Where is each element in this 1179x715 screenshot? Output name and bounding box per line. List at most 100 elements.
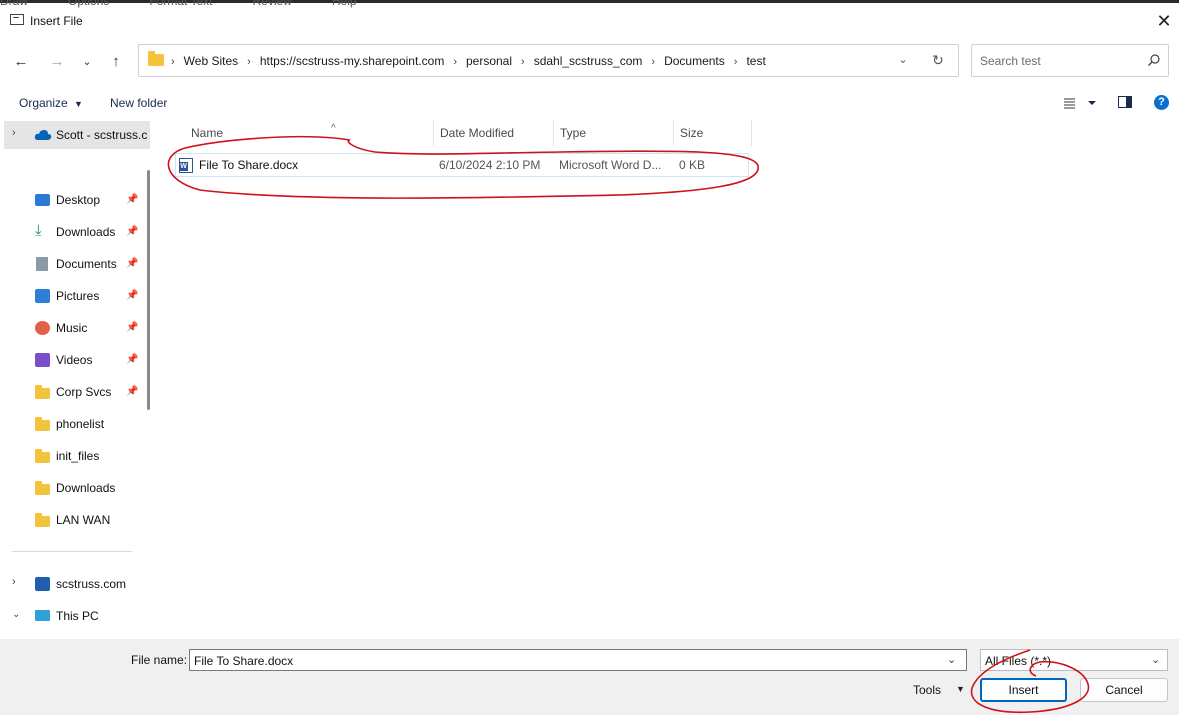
recent-locations-button[interactable]: ⌄ [76, 50, 98, 72]
sidebar-item-documents[interactable]: Documents 📌 [0, 250, 146, 278]
column-header-label: Name [191, 126, 224, 140]
navigation-bar: ← → ⌄ ↑ › Web Sites › https://scstruss-my.s… [0, 36, 1179, 86]
organize-label: Organize [19, 96, 68, 110]
chevron-right-icon: › [453, 56, 457, 68]
sidebar-item-label: This PC [56, 609, 99, 623]
search-icon [1148, 54, 1160, 66]
refresh-icon: ↻ [932, 52, 944, 68]
folder-icon [148, 51, 164, 66]
sidebar-item-label: Corp Svcs [56, 385, 112, 399]
sidebar-item-sharepoint[interactable]: › scstruss.com [0, 570, 146, 598]
sidebar-item-label: init_files [56, 449, 100, 463]
sidebar-scrollbar[interactable] [147, 170, 150, 410]
videos-icon [35, 353, 50, 367]
sidebar-item-this-pc[interactable]: ⌄ This PC [0, 602, 146, 630]
chevron-right-icon: › [247, 56, 251, 68]
up-button[interactable]: ↑ [105, 50, 127, 72]
breadcrumb-item[interactable]: https://scstruss-my.sharepoint.com [260, 54, 445, 68]
breadcrumb-item[interactable]: sdahl_scstruss_com [534, 54, 643, 68]
sidebar-item-label: Documents [56, 257, 117, 271]
file-type-filter-value: All Files (*.*) [985, 654, 1052, 668]
sidebar-item-downloads-folder[interactable]: Downloads [0, 474, 146, 502]
file-name-combobox[interactable]: ⌄ [189, 649, 967, 671]
file-type-filter-select[interactable]: All Files (*.*) ⌄ [980, 649, 1168, 671]
sidebar-item-phonelist[interactable]: phonelist [0, 410, 146, 438]
arrow-right-icon: → [49, 52, 65, 70]
tools-button[interactable]: Tools [913, 683, 941, 697]
column-header-type[interactable]: Type [554, 120, 674, 146]
address-history-dropdown[interactable]: ⌄ [895, 53, 911, 69]
file-size: 0 KB [679, 158, 706, 172]
file-name-field[interactable] [194, 653, 934, 668]
file-type: Microsoft Word D... [559, 158, 662, 172]
address-bar[interactable]: › Web Sites › https://scstruss-my.sharepoin… [138, 44, 959, 77]
background-menu-item: Draw [0, 0, 29, 8]
chevron-right-icon: › [12, 127, 16, 139]
arrow-up-icon: ↑ [112, 52, 120, 70]
sidebar-item-desktop[interactable]: Desktop 📌 [0, 186, 146, 214]
chevron-down-icon: ⌄ [1151, 654, 1161, 666]
file-name-label: File name: [131, 653, 188, 667]
background-menu-item: Options [68, 0, 110, 8]
breadcrumb-item[interactable]: test [746, 54, 765, 68]
sidebar-item-label: phonelist [56, 417, 105, 431]
table-row[interactable]: File To Share.docx 6/10/2024 2:10 PM Mic… [175, 153, 749, 177]
search-input[interactable] [980, 53, 1140, 69]
sidebar-item-onedrive[interactable]: › Scott - scstruss.c [4, 121, 150, 149]
column-header-size[interactable]: Size [674, 120, 752, 146]
sidebar-item-lan-wan[interactable]: LAN WAN [0, 506, 146, 534]
dialog-title: Insert File [30, 14, 83, 28]
background-menu-item: Help [331, 0, 357, 8]
new-folder-button[interactable]: New folder [110, 96, 167, 110]
close-icon: ✕ [1156, 10, 1172, 31]
file-date-modified: 6/10/2024 2:10 PM [439, 158, 541, 172]
sidebar-item-videos[interactable]: Videos 📌 [0, 346, 146, 374]
folder-icon [35, 417, 50, 431]
pin-icon: 📌 [126, 386, 139, 397]
sidebar-item-pictures[interactable]: Pictures 📌 [0, 282, 146, 310]
column-header-date-modified[interactable]: Date Modified [434, 120, 554, 146]
navigation-pane: › Scott - scstruss.c Desktop 📌 ⤓ Downloa… [0, 120, 158, 639]
pin-icon: 📌 [126, 226, 139, 237]
breadcrumb: › Web Sites › https://scstruss-my.sharepoin… [169, 54, 766, 68]
insert-button[interactable]: Insert [980, 678, 1067, 702]
cancel-button[interactable]: Cancel [1080, 678, 1168, 702]
chevron-down-icon[interactable]: ⌄ [947, 653, 956, 666]
chevron-right-icon: › [171, 56, 175, 68]
chevron-right-icon: › [521, 56, 525, 68]
folder-icon [35, 513, 50, 527]
sidebar-item-label: Downloads [56, 225, 116, 239]
command-toolbar: Organize ▼ New folder ? [0, 86, 1179, 120]
sidebar-item-label: LAN WAN [56, 513, 111, 527]
back-button[interactable]: ← [10, 50, 32, 72]
caret-down-icon[interactable]: ▼ [956, 684, 965, 694]
forward-button[interactable]: → [46, 50, 68, 72]
breadcrumb-item[interactable]: personal [466, 54, 512, 68]
sidebar-item-music[interactable]: Music 📌 [0, 314, 146, 342]
search-box[interactable] [971, 44, 1169, 77]
pin-icon: 📌 [126, 194, 139, 205]
preview-pane-icon[interactable] [1118, 96, 1132, 108]
sidebar-item-downloads[interactable]: ⤓ Downloads 📌 [0, 218, 146, 246]
sidebar-item-init-files[interactable]: init_files [0, 442, 146, 470]
sidebar-item-corp-svcs[interactable]: Corp Svcs 📌 [0, 378, 146, 406]
organize-button[interactable]: Organize ▼ [19, 96, 83, 110]
folder-icon [35, 481, 50, 495]
chevron-right-icon: › [651, 56, 656, 68]
pictures-icon [35, 289, 50, 303]
sidebar-item-label: Desktop [56, 193, 101, 207]
breadcrumb-item[interactable]: Documents [664, 54, 725, 68]
folder-icon [35, 449, 50, 463]
pin-icon: 📌 [126, 290, 139, 301]
refresh-button[interactable]: ↻ [929, 52, 947, 70]
help-icon[interactable]: ? [1154, 95, 1169, 110]
column-header-label: Date Modified [440, 126, 515, 140]
background-menu-item: Format Text [149, 0, 213, 8]
close-button[interactable]: ✕ [1150, 7, 1178, 35]
dialog-window-icon [10, 14, 24, 25]
view-options-icon[interactable] [1063, 96, 1099, 110]
sidebar-item-label: Pictures [56, 289, 100, 303]
breadcrumb-item[interactable]: Web Sites [184, 54, 238, 68]
file-name: File To Share.docx [199, 158, 299, 172]
column-header-name[interactable]: Name ^ [185, 120, 434, 146]
